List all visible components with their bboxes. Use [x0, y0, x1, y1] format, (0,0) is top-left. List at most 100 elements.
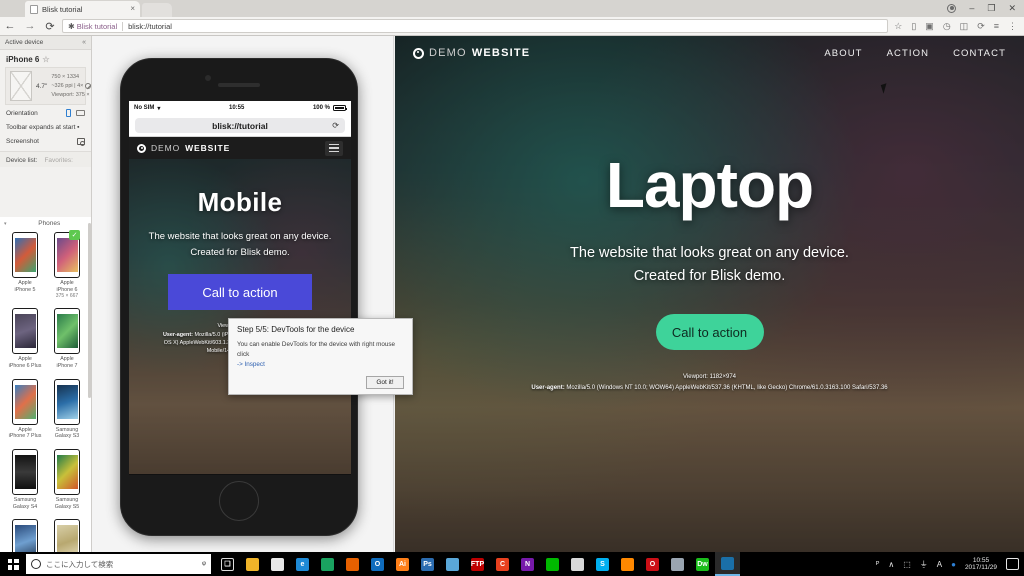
got-it-button[interactable]: Got it! [366, 376, 404, 390]
device-item[interactable]: SamsungGalaxy S6 [4, 516, 46, 552]
clock-date: 2017/11/29 [964, 564, 997, 571]
hamburger-menu-icon[interactable] [325, 140, 343, 156]
mobile-cta-button[interactable]: Call to action [168, 274, 312, 311]
skype-icon[interactable]: S [590, 552, 615, 576]
desktop-hero-content: Laptop The website that looks great on a… [395, 36, 1024, 394]
portrait-icon[interactable] [66, 109, 71, 117]
edge-icon[interactable]: e [290, 552, 315, 576]
clock-icon[interactable]: ◷ [943, 21, 951, 31]
new-tab-button[interactable] [142, 3, 172, 17]
device-icon[interactable]: ▯ [911, 21, 916, 31]
chevron-down-icon[interactable]: ▾ [4, 221, 7, 227]
tab-favorites[interactable]: Favorites: [44, 157, 73, 164]
site-identity[interactable]: ✱ Blisk tutorial [68, 22, 117, 31]
sidebar-header: Active device « [0, 36, 91, 50]
device-item[interactable]: Apple iPhone 7 Plus [4, 376, 46, 444]
tab-device-list[interactable]: Device list: [6, 157, 37, 164]
device-thumbnail [12, 519, 38, 552]
phone-home-button[interactable] [219, 481, 259, 521]
onedrive-icon[interactable]: ● [951, 560, 956, 569]
taskbar-clock[interactable]: 10:55 2017/11/29 [965, 557, 997, 572]
site-identity-label: Blisk tutorial [76, 21, 118, 31]
device-group-header[interactable]: ▾ Phones [0, 217, 91, 229]
onenote-icon[interactable]: N [515, 552, 540, 576]
maximize-button[interactable]: ❐ [987, 4, 995, 13]
device-list[interactable]: ▾ Phones Apple iPhone 5 ✓ Apple iPhone 6 375 … [0, 217, 91, 552]
screenshot-camera-icon[interactable] [77, 138, 85, 146]
device-item[interactable]: Samsung Galaxy S4 [4, 446, 46, 514]
phone-camera-icon [205, 75, 211, 81]
line-icon-glyph [546, 557, 559, 571]
opera-icon[interactable]: O [640, 552, 665, 576]
volume-icon[interactable]: ⏚ [920, 559, 928, 570]
address-bar[interactable]: ✱ Blisk tutorial blisk://tutorial [62, 19, 889, 33]
bookmark-star-icon[interactable]: ☆ [894, 21, 902, 31]
notifications-icon[interactable] [1006, 558, 1019, 570]
vlc-icon[interactable] [615, 552, 640, 576]
microphone-icon[interactable]: ᵠ [202, 559, 206, 569]
favorite-star-icon[interactable]: ☆ [42, 55, 49, 64]
task-view-icon[interactable]: ❑ [215, 552, 240, 576]
store-icon[interactable] [265, 552, 290, 576]
device-item[interactable]: Apple iPhone 7 [46, 305, 88, 373]
list-icon[interactable]: ≡ [994, 21, 999, 31]
firefox-icon[interactable] [340, 552, 365, 576]
toolbar-expand-row[interactable]: Toolbar expands at start ▪ [0, 120, 91, 134]
browser-chrome: Blisk tutorial × – ❐ ✕ ← → ⟳ ✱ Blisk tut… [0, 0, 1024, 36]
blisk-active-icon[interactable] [715, 552, 740, 576]
device-list-scrollbar[interactable] [88, 223, 91, 398]
show-hidden-icons-chevron[interactable]: ∧ [888, 560, 894, 569]
device-item[interactable]: Samsung S6Edge [46, 516, 88, 552]
desktop-hero-title: Laptop [605, 149, 814, 221]
desktop-hero-subtitle: The website that looks great on any devi… [395, 242, 1024, 288]
browser-tab[interactable]: Blisk tutorial × [25, 1, 140, 17]
profile-icon[interactable] [947, 4, 957, 13]
device-item[interactable]: Apple iPhone 5 [4, 229, 46, 303]
back-icon[interactable]: ← [0, 20, 20, 32]
device-viewport: Viewport: 375 × 667 [51, 92, 91, 98]
collapse-sidebar-icon[interactable]: « [82, 39, 86, 46]
mobile-address-inner[interactable]: blisk://tutorial ⟳ [135, 118, 345, 133]
filezilla-icon[interactable]: FTP [465, 552, 490, 576]
split-view-icon[interactable]: ◫ [960, 21, 969, 31]
desktop-cta-button[interactable]: Call to action [655, 314, 764, 351]
taskbar-search-box[interactable]: ここに入力して検索 ᵠ [26, 554, 211, 574]
network-icon[interactable]: ⬚ [903, 560, 911, 569]
reload-icon[interactable]: ⟳ [40, 20, 60, 33]
mobile-reload-icon[interactable]: ⟳ [332, 121, 339, 130]
landscape-icon[interactable] [76, 110, 85, 116]
close-tab-icon[interactable]: × [130, 5, 135, 13]
device-item[interactable]: Samsung Galaxy S3 [46, 376, 88, 444]
menu-icon[interactable]: ⋮ [1008, 21, 1017, 31]
pen-icon[interactable]: ᴾ [876, 560, 879, 569]
extension-icon: ✱ [68, 21, 75, 31]
start-button[interactable] [0, 552, 26, 576]
eye-icon[interactable] [665, 552, 690, 576]
blisk-icon[interactable] [440, 552, 465, 576]
status-time: 10:55 [228, 105, 245, 111]
refresh-sync-icon[interactable]: ⟳ [977, 21, 985, 31]
camera-icon[interactable]: ▣ [925, 21, 934, 31]
tooltip-title: Step 5/5: DevTools for the device [237, 325, 355, 334]
chrome-icon[interactable] [315, 552, 340, 576]
device-item[interactable]: Samsung Galaxy S5 [46, 446, 88, 514]
dreamweaver-icon[interactable]: Dw [690, 552, 715, 576]
mobile-brand-logo[interactable]: DEMO WEBSITE [137, 143, 230, 153]
photoshop-icon[interactable]: Ps [415, 552, 440, 576]
device-item[interactable]: ✓ Apple iPhone 6 375 × 667 [46, 229, 88, 303]
disk-icon[interactable] [565, 552, 590, 576]
ime-icon[interactable]: A [937, 560, 942, 569]
ios-status-bar: No SIM ▾ 10:55 100 % [129, 101, 351, 115]
illustrator-icon[interactable]: Ai [390, 552, 415, 576]
mobile-address-bar[interactable]: blisk://tutorial ⟳ [129, 115, 351, 137]
file-explorer-icon[interactable] [240, 552, 265, 576]
minimize-button[interactable]: – [969, 4, 974, 13]
device-item[interactable]: Apple iPhone 6 Plus [4, 305, 46, 373]
creativecloud-icon[interactable]: C [490, 552, 515, 576]
line-icon[interactable] [540, 552, 565, 576]
forward-icon[interactable]: → [20, 20, 40, 32]
close-window-button[interactable]: ✕ [1008, 4, 1016, 13]
device-thumb-placeholder [10, 71, 32, 101]
creativecloud-icon-glyph: C [496, 557, 509, 571]
outlook-icon[interactable]: O [365, 552, 390, 576]
